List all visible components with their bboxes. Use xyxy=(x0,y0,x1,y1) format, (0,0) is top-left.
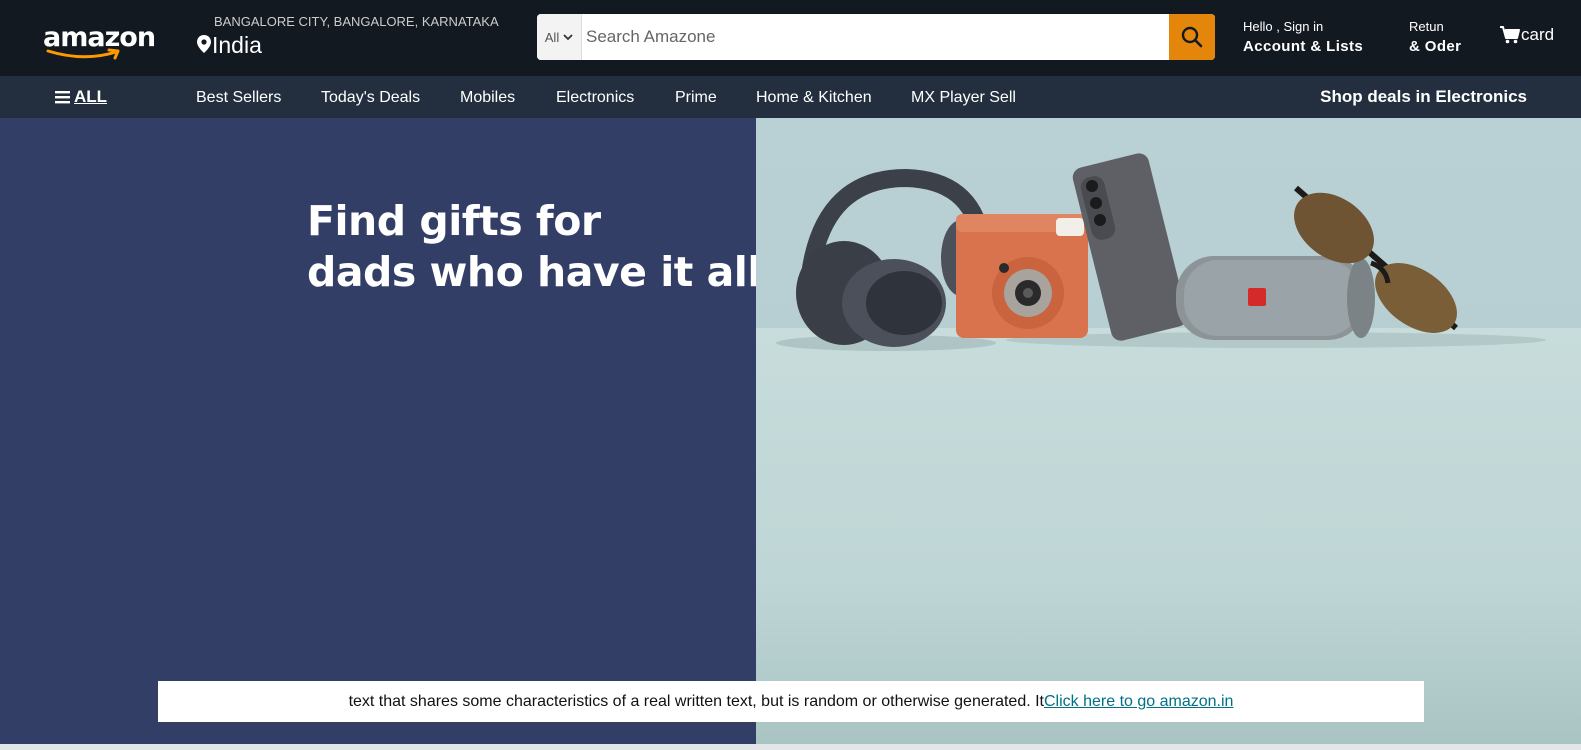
headphones-icon xyxy=(796,168,990,347)
smile-arrow-icon xyxy=(46,48,120,60)
nav-item-prime[interactable]: Prime xyxy=(675,89,717,107)
location-country: India xyxy=(212,32,262,58)
nav-all-menu[interactable]: ALL xyxy=(55,87,107,107)
hero-products-illustration xyxy=(776,153,1546,351)
top-header: amazon BANGALORE CITY, BANGALORE, KARNAT… xyxy=(0,0,1581,76)
cart-icon xyxy=(1500,26,1520,44)
nav-item-electronics[interactable]: Electronics xyxy=(556,89,634,107)
location-pin-icon xyxy=(197,35,211,53)
search-bar: All xyxy=(537,14,1215,60)
account-lists-label: Account & Lists xyxy=(1243,38,1364,55)
nav-item-mobiles[interactable]: Mobiles xyxy=(460,89,515,107)
cart-label: card xyxy=(1521,25,1555,44)
search-icon xyxy=(1181,26,1203,48)
returns-orders[interactable]: Retun & Oder xyxy=(1409,19,1461,55)
amazon-logo[interactable]: amazon xyxy=(40,18,156,62)
nav-item-best-sellers[interactable]: Best Sellers xyxy=(196,89,281,107)
search-button[interactable] xyxy=(1169,14,1215,60)
search-category-label: All xyxy=(544,29,560,45)
amazon-link[interactable]: Click here to go amazon.in xyxy=(1044,693,1233,711)
speaker-icon xyxy=(1176,256,1375,340)
hero-title[interactable]: Find gifts for dads who have it all xyxy=(307,196,761,298)
hero-title-line2: dads who have it all xyxy=(307,248,761,296)
hero-title-line1: Find gifts for xyxy=(307,197,601,245)
hamburger-icon xyxy=(55,91,70,104)
camera-icon xyxy=(956,214,1088,338)
bottom-strip xyxy=(0,744,1581,750)
search-category-select[interactable]: All xyxy=(537,14,582,60)
account-greeting: Hello , Sign in xyxy=(1243,19,1324,34)
hero-image[interactable] xyxy=(756,118,1581,746)
nav-item-mx-player[interactable]: MX Player Sell xyxy=(911,89,1016,107)
nav-all-label: ALL xyxy=(74,87,108,106)
search-input[interactable] xyxy=(582,14,1167,60)
shop-deals-link[interactable]: Shop deals in Electronics xyxy=(1320,87,1527,107)
nav-item-todays-deals[interactable]: Today's Deals xyxy=(321,89,420,107)
chevron-down-icon xyxy=(563,33,573,40)
orders-label: & Oder xyxy=(1409,38,1462,55)
location-address: BANGALORE CITY, BANGALORE, KARNATAKA xyxy=(214,14,499,29)
nav-bar: ALL Best Sellers Today's Deals Mobiles E… xyxy=(0,76,1581,118)
cart-button[interactable]: card xyxy=(1500,25,1554,45)
returns-label: Retun xyxy=(1409,19,1444,34)
phone-icon xyxy=(1072,153,1188,341)
nav-item-home-kitchen[interactable]: Home & Kitchen xyxy=(756,89,872,107)
account-menu[interactable]: Hello , Sign in Account & Lists xyxy=(1243,19,1363,55)
banner-text: text that shares some characteristics of… xyxy=(348,692,1044,710)
info-banner: text that shares some characteristics of… xyxy=(158,681,1424,722)
